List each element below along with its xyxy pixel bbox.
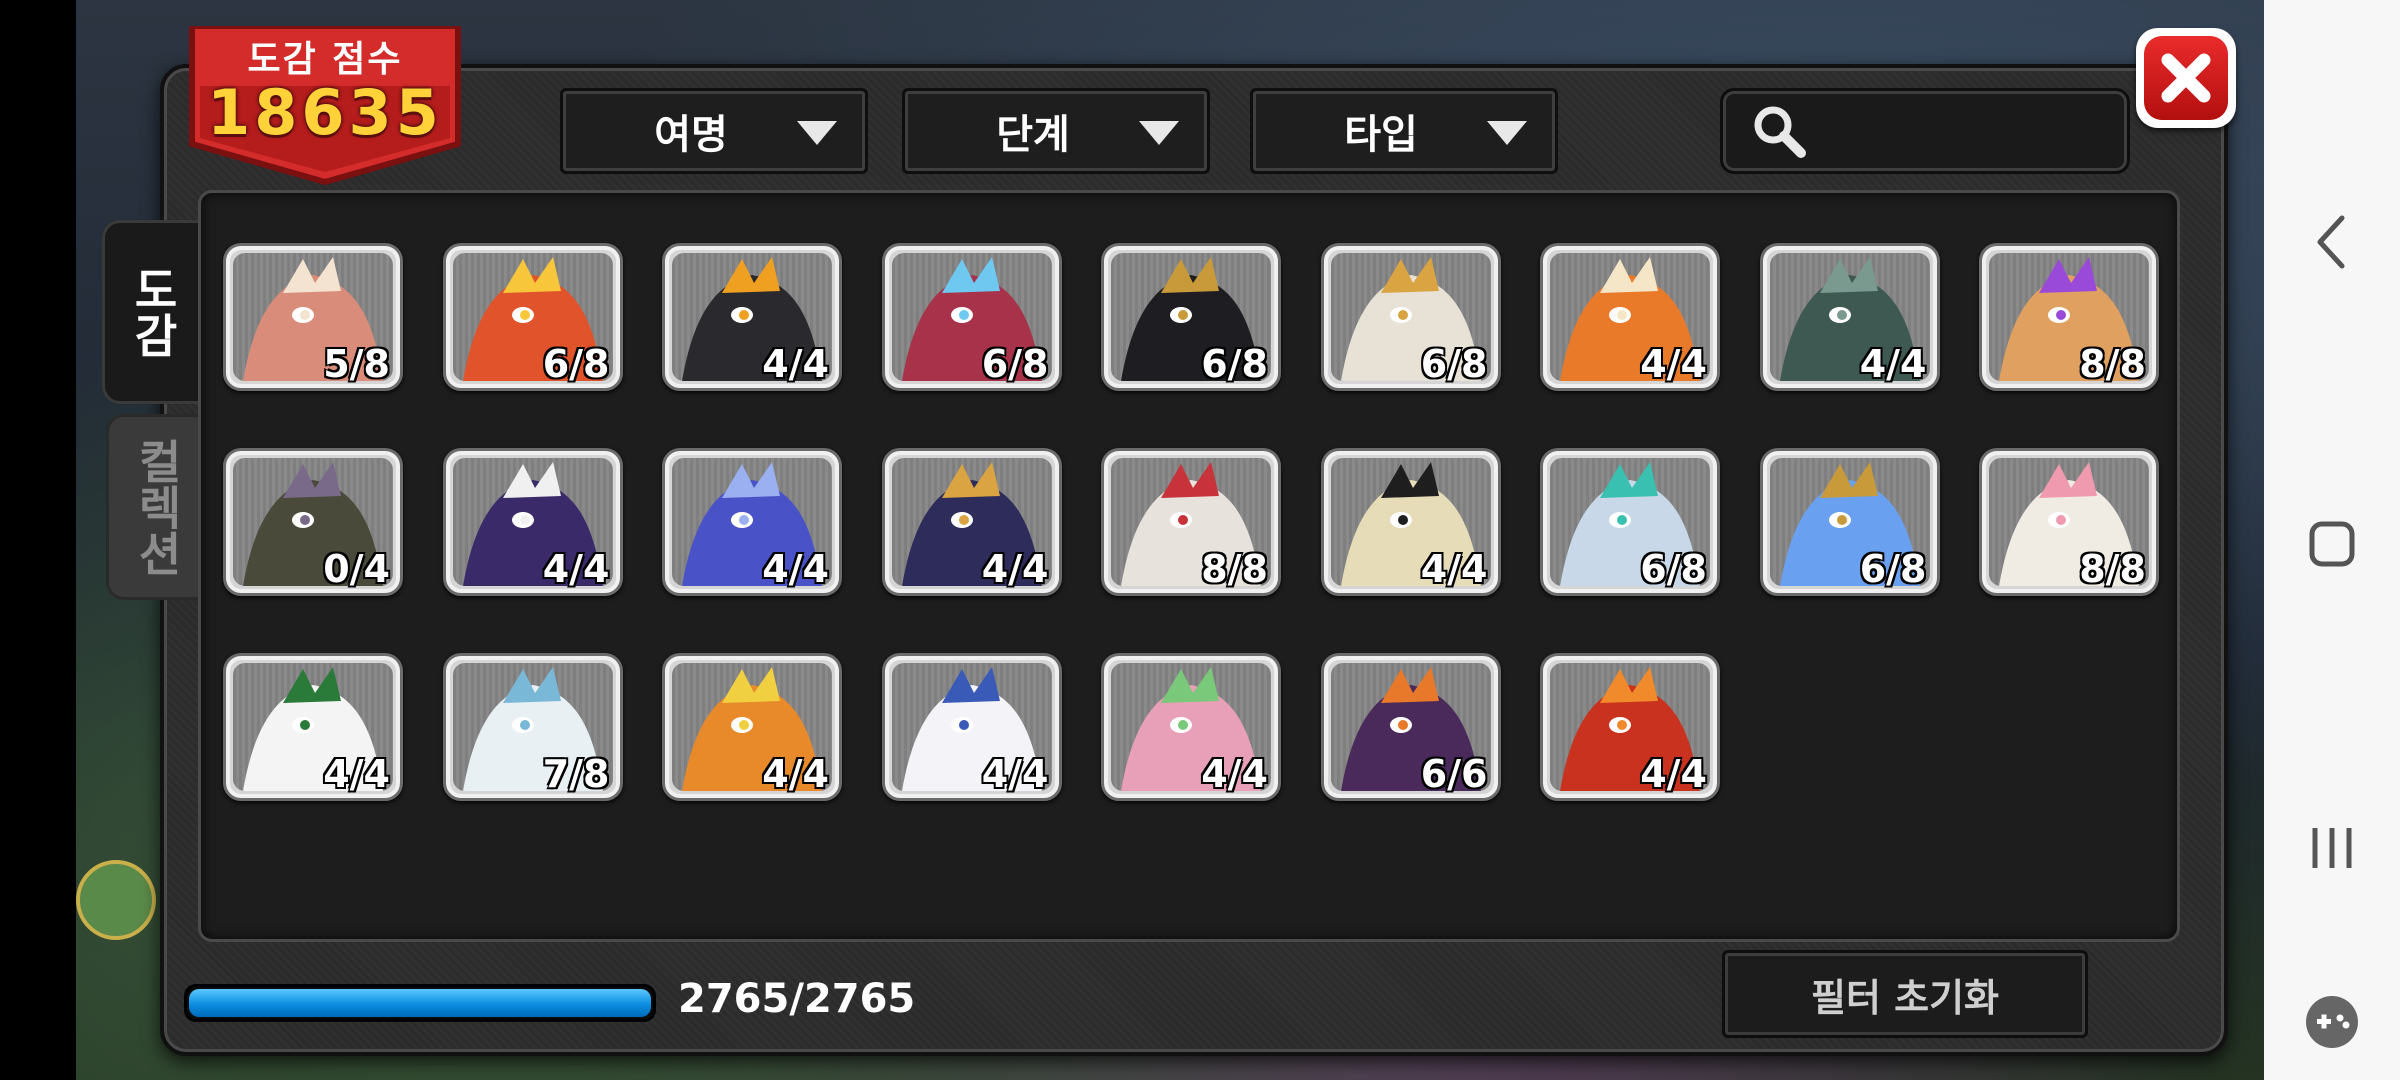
filter-dropdown-type[interactable]: 타입 — [1250, 88, 1558, 174]
card-count-label: 0/4 — [323, 547, 390, 591]
monster-card[interactable]: 4/4 — [223, 653, 403, 801]
search-box[interactable] — [1720, 88, 2130, 174]
tab-label: 컬렉션 — [130, 438, 184, 576]
chevron-down-icon — [1487, 121, 1527, 145]
monster-card[interactable]: 4/4 — [1540, 653, 1720, 801]
system-navigation-bar — [2264, 0, 2400, 1080]
card-count-label: 4/4 — [542, 547, 610, 591]
game-tools-icon — [2306, 996, 2358, 1048]
monster-card[interactable]: 8/8 — [1979, 448, 2159, 596]
card-count-label: 8/8 — [2079, 342, 2146, 386]
tab-label: 도감 — [126, 266, 180, 358]
card-count-label: 6/8 — [542, 342, 610, 386]
level-badge-icon — [76, 860, 156, 940]
close-button[interactable] — [2136, 28, 2236, 128]
monster-card[interactable]: 4/4 — [881, 653, 1062, 801]
chevron-down-icon — [797, 121, 837, 145]
score-value: 18635 — [207, 76, 443, 149]
collection-progress-bar — [184, 984, 656, 1022]
monster-card[interactable]: 4/4 — [662, 243, 842, 391]
back-icon — [2317, 215, 2345, 269]
card-count-label: 4/4 — [762, 752, 829, 796]
reset-filter-label: 필터 초기화 — [1810, 975, 2000, 1020]
monster-card[interactable]: 4/4 — [1759, 243, 1940, 391]
tab-collection-sets[interactable]: 컬렉션 — [106, 414, 205, 600]
progress-fill — [189, 989, 651, 1017]
monster-card[interactable]: 4/4 — [442, 448, 623, 596]
card-count-label: 4/4 — [1640, 342, 1707, 386]
monster-card[interactable]: 4/4 — [1320, 448, 1501, 596]
card-count-label: 4/4 — [762, 547, 829, 591]
recents-button[interactable] — [2264, 820, 2400, 876]
monster-card[interactable]: 7/8 — [442, 653, 623, 801]
chevron-down-icon — [1139, 121, 1179, 145]
monster-card[interactable]: 4/4 — [1101, 653, 1281, 801]
monster-card[interactable]: 6/8 — [1759, 448, 1940, 596]
card-count-label: 4/4 — [1640, 752, 1707, 796]
monster-card[interactable]: 8/8 — [1979, 243, 2159, 391]
card-count-label: 5/8 — [323, 342, 390, 386]
collection-grid-panel: 5/8 6/8 4/4 6/8 6/8 6/8 4/4 4/4 8/8 0/4 4/4 4/4 4/4 8… — [198, 190, 2180, 942]
card-count-label: 6/8 — [1640, 547, 1707, 591]
monster-card[interactable]: 8/8 — [1101, 448, 1281, 596]
monster-card[interactable]: 4/4 — [662, 653, 842, 801]
reset-filter-button[interactable]: 필터 초기화 — [1722, 950, 2088, 1038]
card-count-label: 6/8 — [1201, 342, 1268, 386]
home-icon — [2309, 521, 2355, 567]
card-count-label: 4/4 — [981, 547, 1049, 591]
close-button-face — [2144, 36, 2228, 120]
tab-collection-book[interactable]: 도감 — [102, 220, 201, 404]
monster-card[interactable]: 6/8 — [881, 243, 1062, 391]
monster-card[interactable]: 6/8 — [1320, 243, 1501, 391]
monster-card[interactable]: 6/8 — [1540, 448, 1720, 596]
monster-card[interactable]: 6/6 — [1320, 653, 1501, 801]
search-icon — [1754, 106, 1806, 158]
card-count-label: 4/4 — [323, 752, 390, 796]
recents-icon — [2312, 828, 2352, 868]
card-count-label: 6/8 — [981, 342, 1049, 386]
card-count-label: 6/8 — [1420, 342, 1488, 386]
card-count-label: 8/8 — [2079, 547, 2146, 591]
monster-card[interactable]: 6/8 — [1101, 243, 1281, 391]
monster-card[interactable]: 4/4 — [662, 448, 842, 596]
dropdown-label: 여명 — [654, 112, 728, 158]
dropdown-label: 타입 — [1344, 112, 1418, 158]
card-count-label: 4/4 — [1201, 752, 1268, 796]
card-count-label: 4/4 — [1859, 342, 1927, 386]
card-count-label: 6/8 — [1859, 547, 1927, 591]
game-tools-button[interactable] — [2264, 994, 2400, 1050]
card-count-label: 6/6 — [1420, 752, 1488, 796]
card-count-label: 4/4 — [762, 342, 829, 386]
card-count-label: 4/4 — [1420, 547, 1488, 591]
close-icon — [2161, 53, 2211, 103]
card-count-label: 7/8 — [542, 752, 610, 796]
collection-score-badge: 도감 점수 18635 — [186, 26, 464, 186]
home-button[interactable] — [2264, 516, 2400, 572]
progress-text: 2765/2765 — [678, 976, 916, 1022]
back-button[interactable] — [2264, 210, 2400, 274]
card-count-label: 8/8 — [1201, 547, 1268, 591]
monster-card[interactable]: 0/4 — [223, 448, 403, 596]
dropdown-label: 단계 — [996, 112, 1070, 158]
score-label: 도감 점수 — [247, 39, 403, 80]
monster-card[interactable]: 5/8 — [223, 243, 403, 391]
filter-dropdown-region[interactable]: 여명 — [560, 88, 868, 174]
search-input[interactable] — [1813, 103, 2107, 157]
card-count-label: 4/4 — [981, 752, 1049, 796]
filter-dropdown-stage[interactable]: 단계 — [902, 88, 1210, 174]
monster-card[interactable]: 6/8 — [442, 243, 623, 391]
monster-card[interactable]: 4/4 — [881, 448, 1062, 596]
monster-card[interactable]: 4/4 — [1540, 243, 1720, 391]
